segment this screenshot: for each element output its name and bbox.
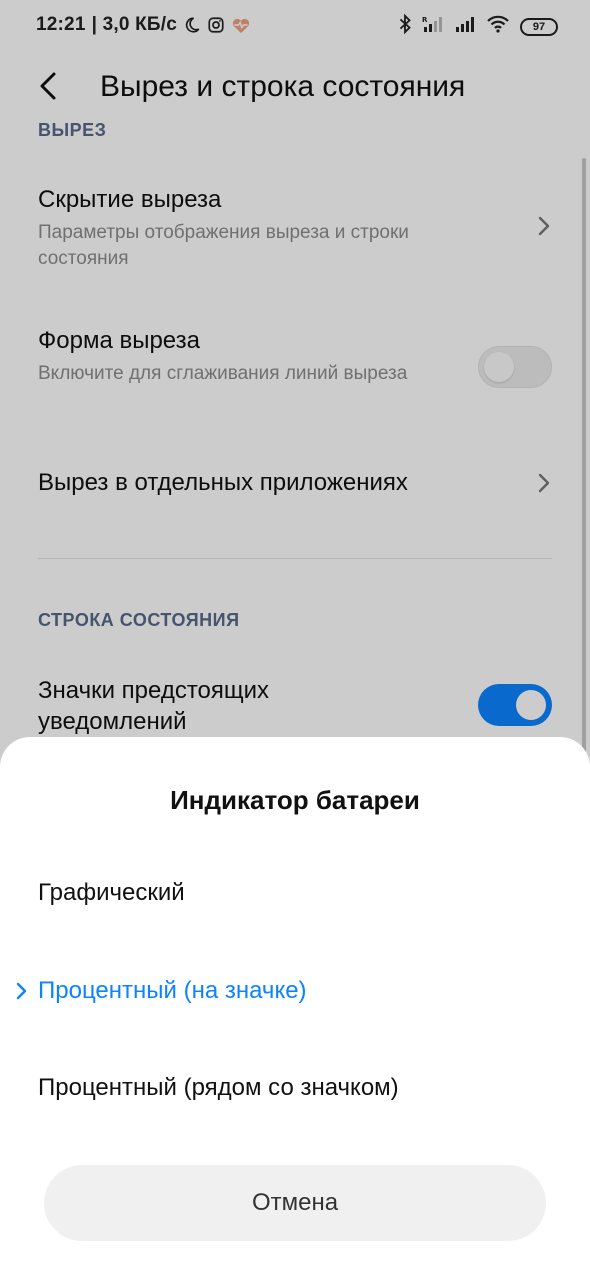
battery-indicator-sheet: Индикатор батареи Графический Процентный… bbox=[0, 737, 590, 1280]
option-percent-on-icon[interactable]: Процентный (на значке) bbox=[38, 977, 307, 1005]
check-chevron-icon bbox=[14, 981, 30, 1001]
cancel-button[interactable]: Отмена bbox=[44, 1165, 546, 1241]
option-graphic[interactable]: Графический bbox=[38, 879, 185, 907]
option-percent-next-to-icon[interactable]: Процентный (рядом со значком) bbox=[38, 1074, 399, 1102]
cancel-button-label: Отмена bbox=[251, 1189, 339, 1216]
screen: 12:21 | 3,0 КБ/с R 97 Вырез и строка сос… bbox=[0, 0, 590, 1280]
sheet-title: Индикатор батареи bbox=[170, 785, 420, 815]
